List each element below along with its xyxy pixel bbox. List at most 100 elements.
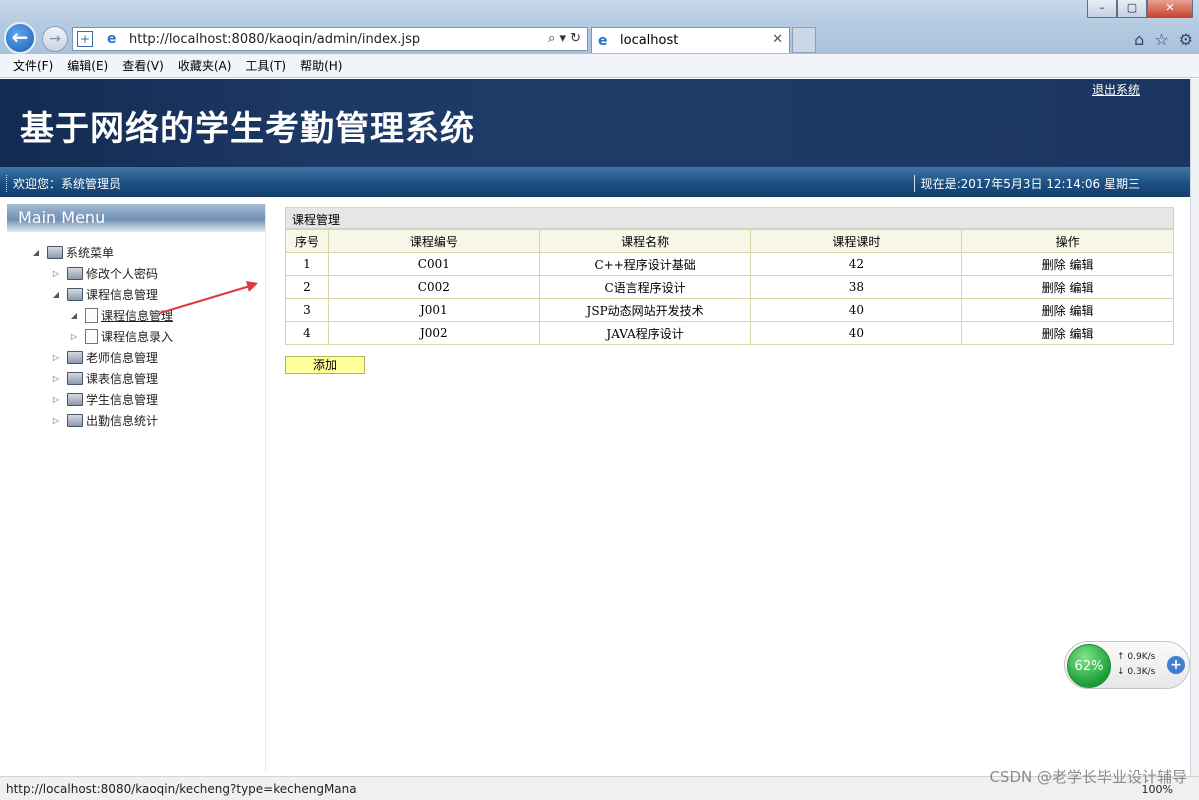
cell-name: JAVA程序设计 bbox=[538, 321, 752, 345]
menu-edit[interactable]: 编辑(E) bbox=[60, 57, 115, 74]
sidebar-item-schedule[interactable]: ▷ 课表信息管理 bbox=[7, 368, 265, 389]
cell-code: J001 bbox=[327, 298, 540, 322]
table-row: 1 C001 C++程序设计基础 42 删除 编辑 bbox=[285, 252, 1174, 276]
sidebar-item-label: 课表信息管理 bbox=[86, 372, 159, 386]
browser-toolbar-icons: ⌂ ☆ ⚙ bbox=[1134, 30, 1193, 49]
cell-hours: 40 bbox=[750, 321, 963, 345]
new-tab-button[interactable] bbox=[792, 27, 816, 53]
sidebar-item-label: 出勤信息统计 bbox=[86, 414, 159, 428]
cell-name: C语言程序设计 bbox=[538, 275, 752, 299]
back-button[interactable]: ← bbox=[4, 22, 36, 54]
address-bar[interactable]: + e http://localhost:8080/kaoqin/admin/i… bbox=[72, 27, 588, 51]
delete-link[interactable]: 删除 bbox=[1042, 258, 1066, 272]
folder-icon bbox=[67, 414, 83, 427]
logout-link[interactable]: 退出系统 bbox=[1092, 81, 1140, 98]
home-icon[interactable]: ⌂ bbox=[1134, 30, 1144, 49]
cell-name: C++程序设计基础 bbox=[538, 252, 752, 276]
vertical-scrollbar[interactable] bbox=[1190, 79, 1199, 776]
widget-plus-icon[interactable]: + bbox=[1167, 656, 1185, 674]
table-header-row: 序号 课程编号 课程名称 课程课时 操作 bbox=[285, 229, 1174, 253]
minimize-button[interactable]: – bbox=[1087, 0, 1117, 18]
close-window-button[interactable]: ✕ bbox=[1147, 0, 1193, 18]
address-url[interactable]: http://localhost:8080/kaoqin/admin/index… bbox=[129, 32, 420, 47]
col-header: 课程课时 bbox=[750, 229, 963, 253]
cell-ops: 删除 编辑 bbox=[961, 252, 1174, 276]
ie-page-icon: e bbox=[107, 31, 117, 47]
menu-help[interactable]: 帮助(H) bbox=[293, 57, 349, 74]
maximize-button[interactable]: ▢ bbox=[1117, 0, 1147, 18]
status-url: http://localhost:8080/kaoqin/kecheng?typ… bbox=[6, 782, 357, 796]
menu-favorites[interactable]: 收藏夹(A) bbox=[171, 57, 239, 74]
forward-button[interactable]: → bbox=[42, 26, 68, 52]
cell-code: C002 bbox=[327, 275, 540, 299]
edit-link[interactable]: 编辑 bbox=[1070, 281, 1094, 295]
cell-hours: 40 bbox=[750, 298, 963, 322]
cell-name: JSP动态网站开发技术 bbox=[538, 298, 752, 322]
cell-hours: 38 bbox=[750, 275, 963, 299]
cell-ops: 删除 编辑 bbox=[961, 321, 1174, 345]
browser-menubar: 文件(F) 编辑(E) 查看(V) 收藏夹(A) 工具(T) 帮助(H) bbox=[0, 54, 1199, 78]
delete-link[interactable]: 删除 bbox=[1042, 327, 1066, 341]
ie-tab-icon: e bbox=[598, 32, 608, 49]
sidebar-item-student[interactable]: ▷ 学生信息管理 bbox=[7, 389, 265, 410]
delete-link[interactable]: 删除 bbox=[1042, 304, 1066, 318]
edit-link[interactable]: 编辑 bbox=[1070, 258, 1094, 272]
delete-link[interactable]: 删除 bbox=[1042, 281, 1066, 295]
add-course-button[interactable]: 添加 bbox=[285, 356, 365, 374]
annotation-arrow-line bbox=[159, 285, 251, 314]
cell-code: J002 bbox=[327, 321, 540, 345]
sidebar-item-teacher[interactable]: ▷ 老师信息管理 bbox=[7, 347, 265, 368]
col-header: 操作 bbox=[961, 229, 1174, 253]
upload-speed-value: 0.9K/s bbox=[1127, 652, 1156, 662]
cell-hours: 42 bbox=[750, 252, 963, 276]
window-controls: – ▢ ✕ bbox=[1087, 0, 1193, 18]
cell-no: 3 bbox=[285, 298, 329, 322]
col-header: 课程名称 bbox=[538, 229, 752, 253]
watermark: CSDN @老学长毕业设计辅导 bbox=[989, 768, 1187, 786]
close-tab-icon[interactable]: ✕ bbox=[772, 32, 783, 47]
favorites-star-icon[interactable]: ☆ bbox=[1154, 30, 1168, 49]
collapsed-arrow-icon[interactable]: ▷ bbox=[51, 395, 61, 404]
panel-title: 课程管理 bbox=[285, 207, 1174, 229]
table-row: 2 C002 C语言程序设计 38 删除 编辑 bbox=[285, 275, 1174, 299]
collapsed-arrow-icon[interactable]: ▷ bbox=[51, 374, 61, 383]
folder-icon bbox=[67, 393, 83, 406]
menu-view[interactable]: 查看(V) bbox=[115, 57, 171, 74]
tab-localhost[interactable]: e localhost ✕ bbox=[591, 27, 790, 53]
web-page: 基于网络的学生考勤管理系统 退出系统 欢迎您：系统管理员 现在是:2017年5月… bbox=[0, 79, 1190, 776]
download-speed-value: 0.3K/s bbox=[1127, 667, 1156, 677]
menu-tools[interactable]: 工具(T) bbox=[238, 57, 293, 74]
col-header: 序号 bbox=[285, 229, 329, 253]
cell-no: 2 bbox=[285, 275, 329, 299]
main-content: 课程管理 序号 课程编号 课程名称 课程课时 操作 1 C001 C++程序设计… bbox=[285, 207, 1174, 374]
course-table: 序号 课程编号 课程名称 课程课时 操作 1 C001 C++程序设计基础 42… bbox=[285, 229, 1174, 345]
menu-file[interactable]: 文件(F) bbox=[6, 57, 60, 74]
tab-title: localhost bbox=[620, 33, 679, 48]
cell-no: 4 bbox=[285, 321, 329, 345]
sidebar-item-attendance[interactable]: ▷ 出勤信息统计 bbox=[7, 410, 265, 431]
cell-code: C001 bbox=[327, 252, 540, 276]
cell-ops: 删除 编辑 bbox=[961, 275, 1174, 299]
network-monitor-widget[interactable]: 62% ↑ 0.9K/s ↓ 0.3K/s + bbox=[1064, 641, 1190, 689]
cpu-usage-gauge: 62% bbox=[1067, 644, 1111, 688]
collapsed-arrow-icon[interactable]: ▷ bbox=[51, 416, 61, 425]
browser-titlebar: – ▢ ✕ ← → + e http://localhost:8080/kaoq… bbox=[0, 0, 1199, 54]
cell-no: 1 bbox=[285, 252, 329, 276]
current-time: 现在是:2017年5月3日 12:14:06 星期三 bbox=[913, 175, 1140, 192]
folder-icon bbox=[67, 372, 83, 385]
folder-icon bbox=[67, 351, 83, 364]
settings-gear-icon[interactable]: ⚙ bbox=[1179, 30, 1193, 49]
collapsed-arrow-icon[interactable]: ▷ bbox=[51, 353, 61, 362]
upload-speed: ↑ 0.9K/s bbox=[1117, 652, 1156, 662]
compat-icon[interactable]: + bbox=[77, 31, 93, 47]
col-header: 课程编号 bbox=[327, 229, 540, 253]
cell-ops: 删除 编辑 bbox=[961, 298, 1174, 322]
table-row: 3 J001 JSP动态网站开发技术 40 删除 编辑 bbox=[285, 298, 1174, 322]
search-refresh-icons[interactable]: ⌕ ▾ ↻ bbox=[548, 31, 581, 46]
sidebar-item-label: 老师信息管理 bbox=[86, 351, 159, 365]
edit-link[interactable]: 编辑 bbox=[1070, 327, 1094, 341]
annotation-arrow-head bbox=[246, 281, 258, 292]
download-speed: ↓ 0.3K/s bbox=[1117, 667, 1156, 677]
table-row: 4 J002 JAVA程序设计 40 删除 编辑 bbox=[285, 321, 1174, 345]
edit-link[interactable]: 编辑 bbox=[1070, 304, 1094, 318]
